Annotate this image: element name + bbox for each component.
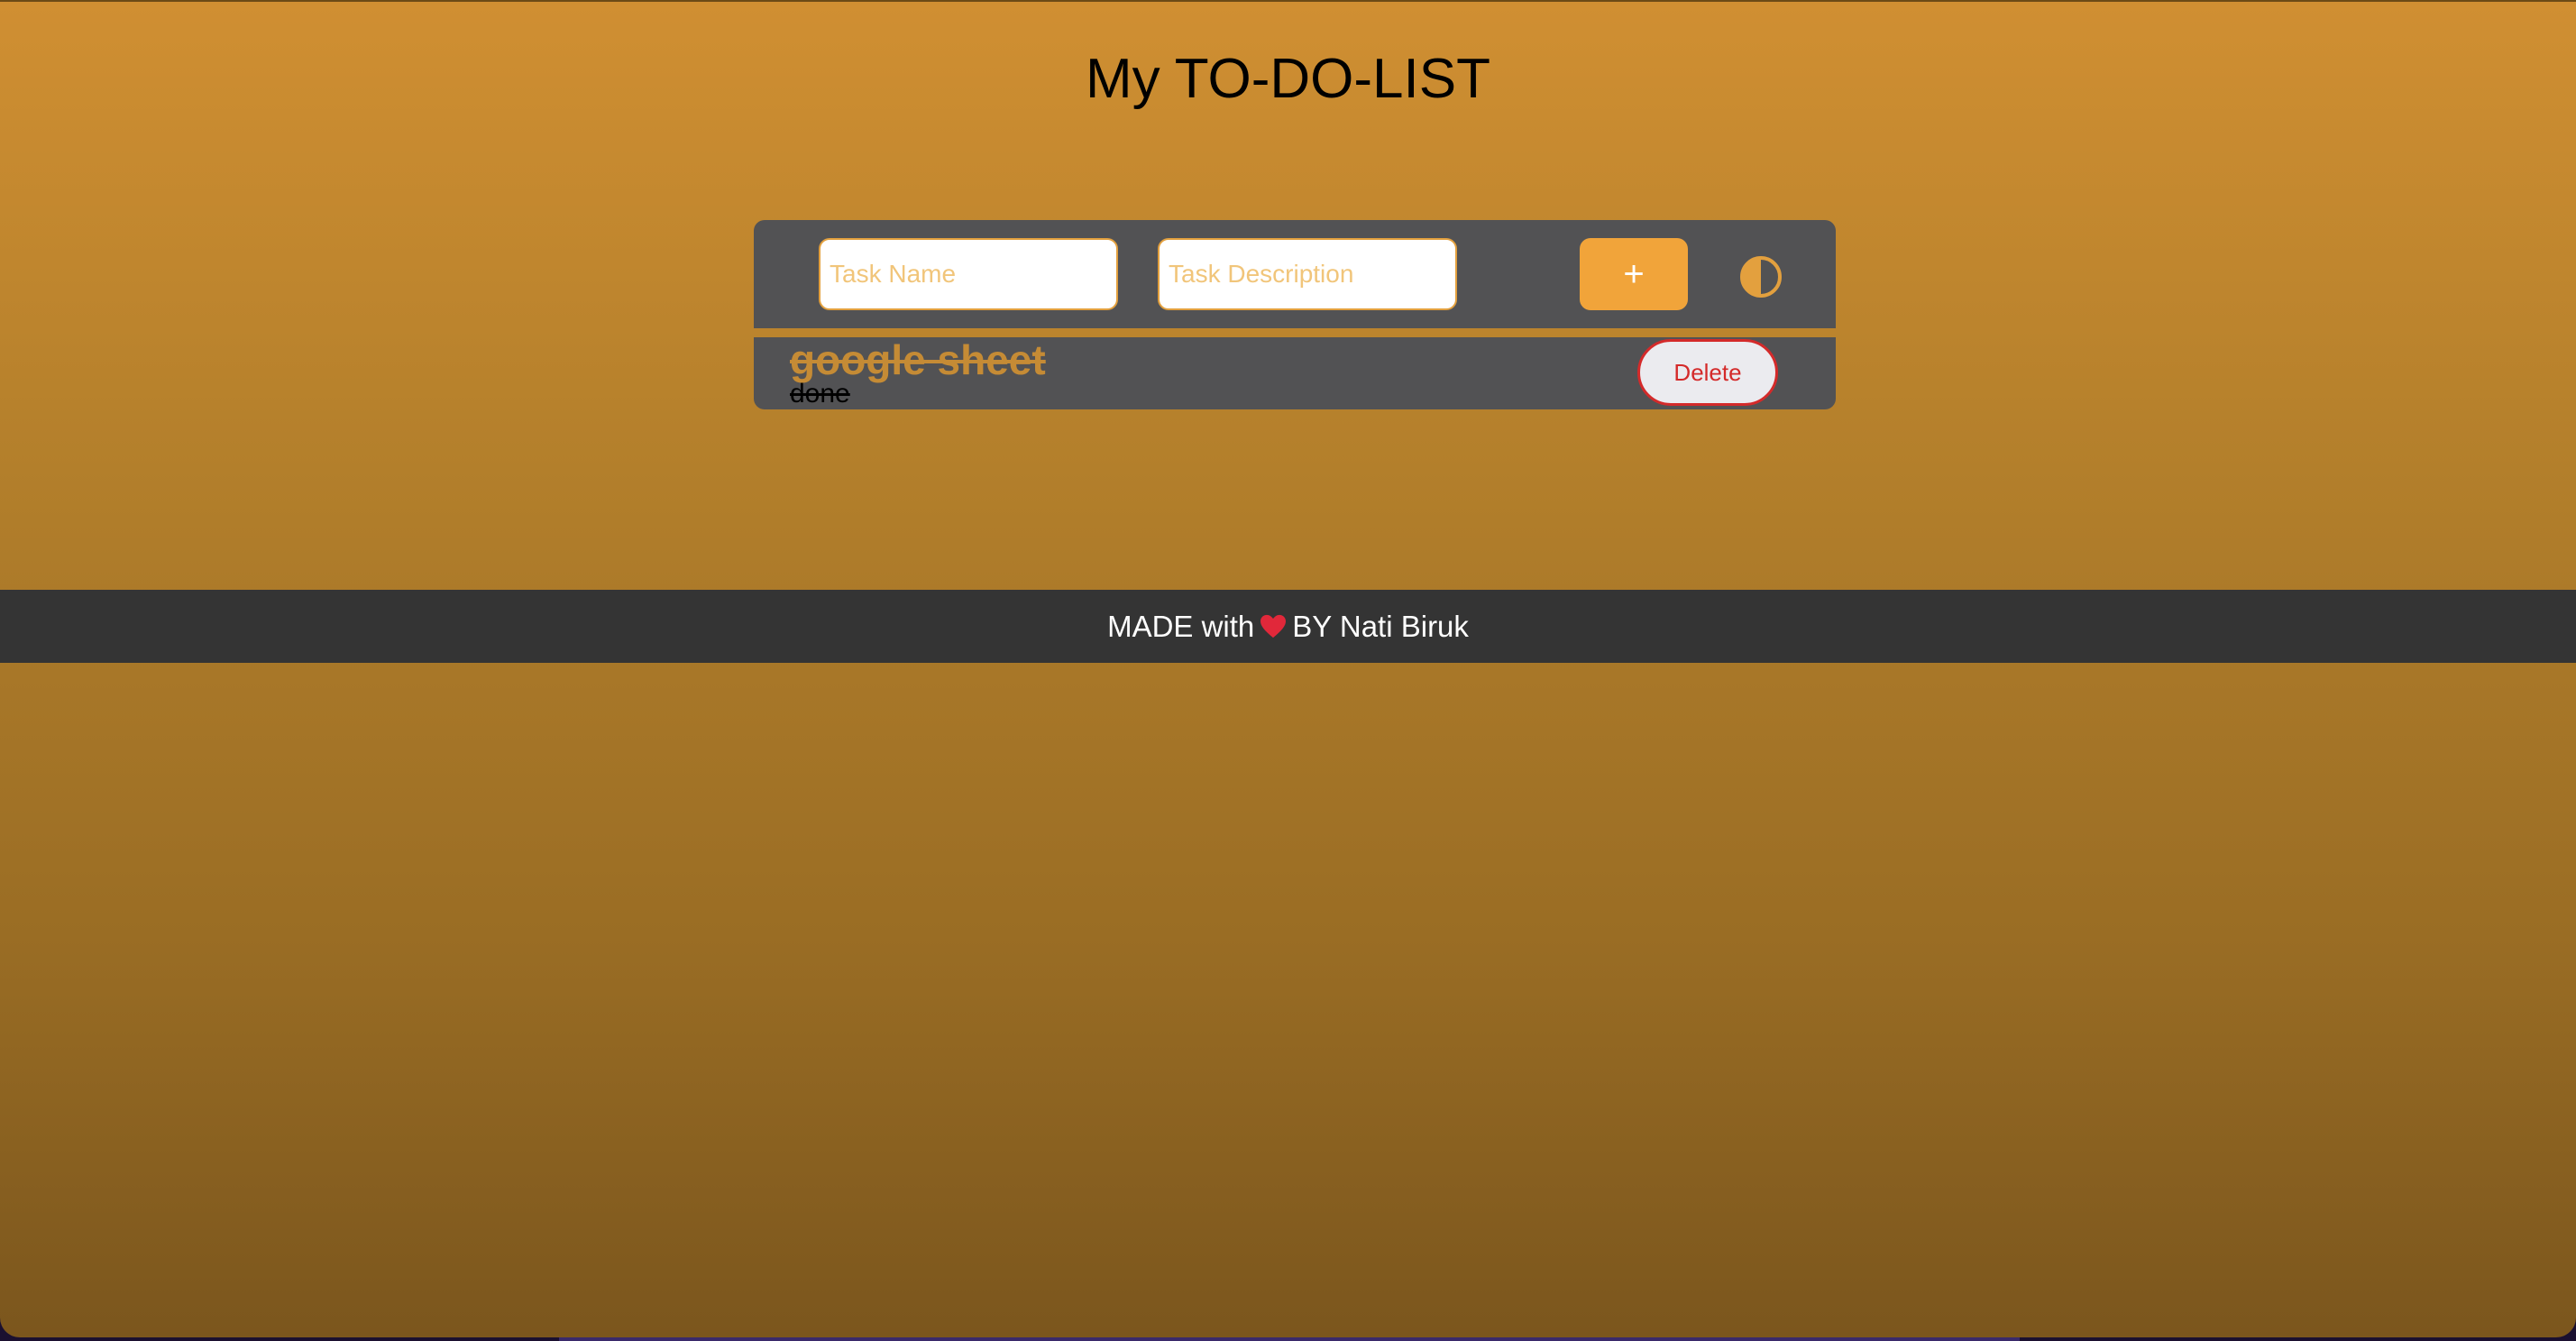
task-form: +	[754, 220, 1836, 328]
task-item: google sheet done Delete	[754, 335, 1836, 409]
add-button-label: +	[1623, 253, 1645, 294]
contrast-icon	[1740, 256, 1782, 298]
delete-task-button[interactable]: Delete	[1637, 339, 1778, 406]
task-name-input[interactable]	[819, 238, 1118, 310]
desktop-background-strip	[559, 1337, 2020, 1341]
task-description: done	[790, 379, 850, 409]
footer-suffix: BY Nati Biruk	[1292, 609, 1469, 643]
app-window: My TO-DO-LIST + google sheet done Delete…	[0, 0, 2576, 1337]
theme-toggle-button[interactable]	[1738, 254, 1783, 299]
footer: MADE with BY Nati Biruk	[0, 590, 2576, 663]
add-task-button[interactable]: +	[1580, 238, 1688, 310]
footer-prefix: MADE with	[1107, 609, 1255, 643]
task-name[interactable]: google sheet	[790, 335, 1046, 384]
task-description-input[interactable]	[1158, 238, 1457, 310]
page-title: My TO-DO-LIST	[1086, 48, 1490, 110]
heart-icon	[1260, 614, 1287, 638]
